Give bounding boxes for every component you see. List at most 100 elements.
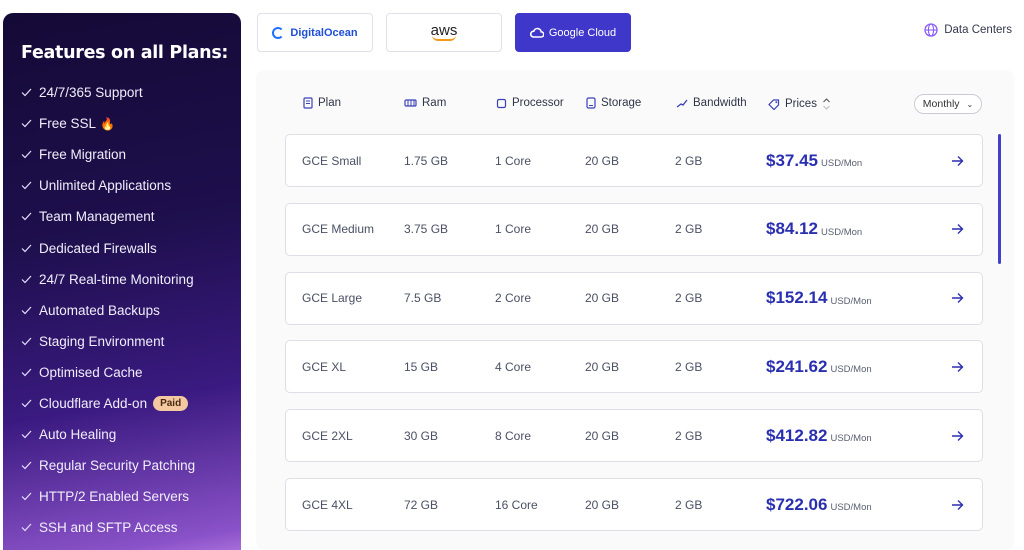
- plan-row[interactable]: GCE Small 1.75 GB 1 Core 20 GB 2 GB $37.45 USD…: [285, 134, 983, 187]
- tab-digitalocean-label: DigitalOcean: [290, 26, 358, 39]
- header-plan: Plan: [303, 97, 341, 109]
- data-centers-label: Data Centers: [944, 24, 1012, 36]
- check-icon: [21, 430, 35, 439]
- price-value: $412.82: [766, 425, 828, 445]
- plan-row[interactable]: GCE Medium 3.75 GB 1 Core 20 GB 2 GB $84.12 US…: [285, 202, 983, 256]
- feature-item: 24/7 Real-time Monitoring: [21, 264, 241, 295]
- scrollbar[interactable]: [998, 134, 1001, 264]
- check-icon: [21, 212, 35, 221]
- feature-label: Free Migration: [39, 147, 127, 163]
- tab-digitalocean[interactable]: DigitalOcean: [257, 13, 373, 52]
- tag-icon: [768, 98, 780, 110]
- price-cell: $241.62 USD/Mon: [766, 341, 872, 392]
- bandwidth-value: 2 GB: [675, 153, 703, 168]
- billing-period-select[interactable]: Monthly ⌄: [914, 94, 982, 114]
- feature-item: HTTP/2 Enabled Servers: [21, 481, 241, 512]
- data-centers-link[interactable]: Data Centers: [924, 23, 1012, 37]
- price-unit: USD/Mon: [830, 433, 872, 445]
- ram-value: 15 GB: [404, 359, 439, 374]
- check-icon: [21, 244, 35, 253]
- feature-label: Regular Security Patching: [39, 458, 196, 474]
- features-title: Features on all Plans:: [21, 43, 229, 63]
- plan-name: GCE 4XL: [302, 497, 353, 512]
- ram-value: 72 GB: [404, 497, 439, 512]
- plan-name: GCE 2XL: [302, 428, 353, 443]
- processor-value: 2 Core: [495, 291, 532, 306]
- feature-item: Staging Environment: [21, 326, 241, 357]
- processor-value: 8 Core: [495, 428, 532, 443]
- processor-value: 4 Core: [495, 359, 532, 374]
- price-cell: $37.45 USD/Mon: [766, 135, 862, 186]
- tab-aws[interactable]: aws: [386, 13, 502, 52]
- price-unit: USD/Mon: [830, 502, 872, 513]
- header-bandwidth: Bandwidth: [676, 97, 747, 109]
- plan-row[interactable]: GCE Large 7.5 GB 2 Core 20 GB 2 GB $152.14 USD…: [285, 271, 983, 325]
- digitalocean-logo-icon: [272, 26, 285, 39]
- plan-name: GCE Medium: [302, 222, 375, 237]
- arrow-right-icon[interactable]: [951, 341, 964, 392]
- price-cell: $722.06 USD/Mon: [766, 479, 872, 530]
- price-unit: USD/Mon: [830, 295, 872, 307]
- feature-label: Free SSL: [39, 116, 97, 132]
- feature-item: Optimised Cache: [21, 357, 241, 388]
- bandwidth-value: 2 GB: [675, 291, 703, 306]
- plan-row[interactable]: GCE XL 15 GB 4 Core 20 GB 2 GB $241.62 USD/Mon: [285, 340, 983, 394]
- feature-item: Auto Healing: [21, 419, 241, 450]
- plans-panel: Plan Ram Processor Storage Bandwidth Pri…: [256, 70, 1014, 550]
- arrow-right-icon[interactable]: [951, 410, 964, 461]
- plan-row[interactable]: GCE 2XL 30 GB 8 Core 20 GB 2 GB $412.82 USD/Mo…: [285, 409, 983, 463]
- check-icon: [21, 337, 35, 346]
- feature-item: 24/7/365 Support: [21, 77, 241, 108]
- ram-value: 30 GB: [404, 428, 439, 443]
- bandwidth-value: 2 GB: [675, 497, 703, 512]
- check-icon: [21, 306, 35, 315]
- price-unit: USD/Mon: [821, 158, 863, 169]
- price-cell: $412.82 USD/Mon: [766, 410, 872, 461]
- feature-label: Unlimited Applications: [39, 178, 172, 194]
- paid-badge: Paid: [153, 395, 189, 411]
- feature-label: Optimised Cache: [39, 364, 143, 380]
- price-value: $84.12: [766, 219, 818, 239]
- check-icon: [21, 119, 35, 128]
- feature-label: Dedicated Firewalls: [39, 240, 157, 256]
- header-prices[interactable]: Prices: [768, 97, 836, 111]
- provider-tabs: DigitalOcean aws Google Cloud: [257, 13, 631, 52]
- storage-value: 20 GB: [585, 497, 620, 512]
- arrow-right-icon[interactable]: [951, 273, 964, 324]
- header-storage: Storage: [586, 97, 641, 109]
- price-value: $37.45: [766, 150, 818, 170]
- tab-google-cloud[interactable]: Google Cloud: [515, 13, 631, 52]
- ram-icon: [404, 99, 417, 107]
- table-header: Plan Ram Processor Storage Bandwidth Pri…: [256, 94, 1014, 115]
- arrow-right-icon[interactable]: [951, 135, 964, 186]
- globe-icon: [924, 23, 938, 37]
- check-icon: [21, 181, 35, 190]
- feature-label: Auto Healing: [39, 427, 117, 443]
- ram-value: 3.75 GB: [404, 222, 449, 237]
- feature-label: Staging Environment: [39, 333, 165, 349]
- feature-item: Cloudflare Add-on Paid: [21, 388, 241, 419]
- price-cell: $84.12 USD/Mon: [766, 204, 862, 255]
- check-icon: [21, 150, 35, 159]
- feature-item: Regular Security Patching: [21, 450, 241, 481]
- ram-value: 7.5 GB: [404, 291, 442, 306]
- check-icon: [21, 275, 35, 284]
- feature-item: SSH and SFTP Access: [21, 512, 241, 543]
- arrow-right-icon[interactable]: [951, 204, 964, 255]
- ram-value: 1.75 GB: [404, 153, 449, 168]
- sort-icon[interactable]: [822, 97, 831, 111]
- plan-row[interactable]: GCE 4XL 72 GB 16 Core 20 GB 2 GB $722.06 USD/M…: [285, 478, 983, 531]
- feature-label: Automated Backups: [39, 302, 160, 318]
- processor-value: 1 Core: [495, 222, 532, 237]
- processor-icon: [496, 98, 507, 108]
- header-processor: Processor: [496, 97, 564, 109]
- fire-icon: 🔥: [100, 116, 115, 131]
- feature-label: 24/7 Real-time Monitoring: [39, 271, 194, 287]
- feature-label: HTTP/2 Enabled Servers: [39, 489, 190, 505]
- feature-label: 24/7/365 Support: [39, 85, 143, 101]
- feature-label: SSH and SFTP Access: [39, 520, 178, 536]
- bandwidth-value: 2 GB: [675, 428, 703, 443]
- plan-name: GCE XL: [302, 359, 347, 374]
- storage-value: 20 GB: [585, 428, 620, 443]
- arrow-right-icon[interactable]: [951, 479, 964, 530]
